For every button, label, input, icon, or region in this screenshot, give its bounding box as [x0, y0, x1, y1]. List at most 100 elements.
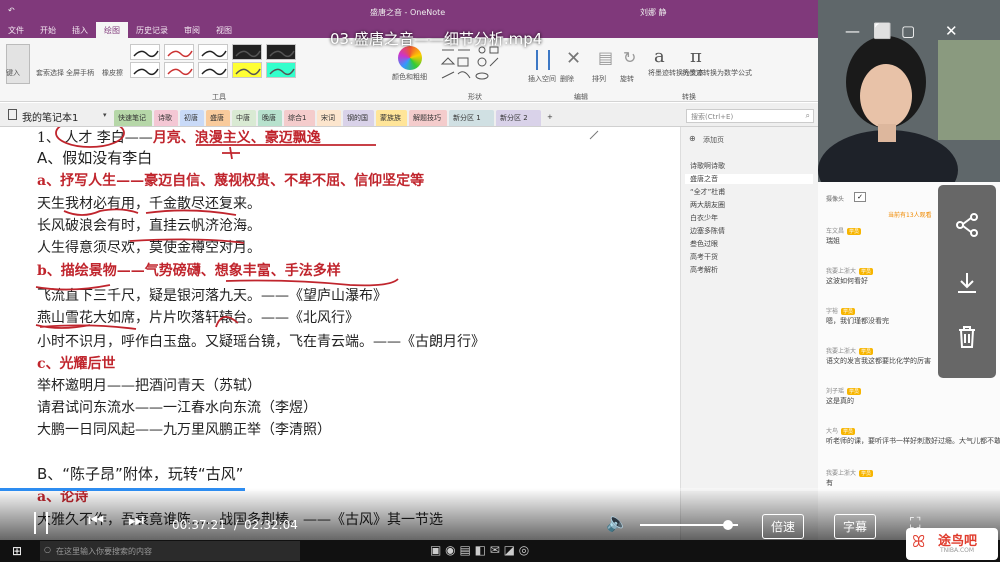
- section-tab[interactable]: 钢的国: [343, 110, 374, 126]
- ink-to-math-icon[interactable]: π: [690, 46, 702, 67]
- chat-user: 字裕 学员: [826, 306, 856, 315]
- chat-user-name: 我要上浙大: [826, 470, 857, 477]
- camera-checkbox[interactable]: ✓: [854, 192, 866, 202]
- search-input[interactable]: 搜索(Ctrl+E) ⌕: [686, 109, 814, 123]
- type-button[interactable]: [6, 44, 30, 84]
- restore-icon[interactable]: ⬜: [873, 22, 892, 40]
- section-tab[interactable]: 晚唐: [258, 110, 282, 126]
- pen-swatch[interactable]: [232, 62, 262, 78]
- chat-user: 我要上浙大 学员: [826, 266, 874, 275]
- chat-message: 语文的发言我这都要比化学的厉害: [826, 357, 931, 365]
- color-thickness-icon[interactable]: [398, 46, 422, 70]
- pen-swatch[interactable]: [130, 44, 160, 60]
- volume-knob[interactable]: [723, 520, 734, 530]
- rotate-icon[interactable]: ↻: [623, 48, 636, 67]
- pen-swatch[interactable]: [130, 62, 160, 78]
- arrange-icon[interactable]: ▤: [598, 48, 613, 67]
- menu-item[interactable]: 绘图: [96, 22, 128, 38]
- taskbar-search[interactable]: ○ 在这里输入你要搜索的内容: [40, 541, 300, 561]
- speed-button[interactable]: 倍速: [762, 514, 805, 539]
- chat-user-badge: 学员: [859, 268, 874, 275]
- pen-swatch[interactable]: [266, 44, 296, 60]
- undo-icon[interactable]: ↶: [8, 6, 15, 15]
- pen-swatch[interactable]: [198, 44, 228, 60]
- window-title: 盛唐之音 - OneNote: [370, 8, 446, 17]
- page-list-item[interactable]: 盛唐之音: [685, 174, 813, 184]
- delete-icon[interactable]: ✕: [566, 48, 581, 69]
- progress-fill: [0, 488, 245, 491]
- title-bar: ↶ 盛唐之音 - OneNote 刘娜 静: [0, 0, 818, 22]
- windows-icon[interactable]: ⊞: [12, 544, 22, 558]
- page-list-item[interactable]: 诗歌啊诗歌: [690, 161, 725, 171]
- section-tab[interactable]: 新分区 2: [496, 110, 541, 126]
- trash-icon[interactable]: [955, 325, 979, 349]
- ink-to-text-icon[interactable]: a: [654, 46, 665, 67]
- subtitle-button[interactable]: 字幕: [834, 514, 877, 539]
- chat-user-badge: 学员: [847, 228, 862, 235]
- pen-swatch[interactable]: [266, 62, 296, 78]
- chat-user-name: 刘子瑶: [826, 388, 845, 395]
- section-tab[interactable]: 初唐: [180, 110, 204, 126]
- chat-user-name: 我要上浙大: [826, 348, 857, 355]
- menu-item[interactable]: 文件: [0, 22, 32, 38]
- download-icon[interactable]: [955, 271, 979, 295]
- add-page-label[interactable]: 添加页: [703, 135, 724, 145]
- section-tab[interactable]: 盛唐: [206, 110, 230, 126]
- page-list-item[interactable]: 边塞多陈倩: [690, 226, 725, 236]
- pause-icon[interactable]: [34, 512, 48, 534]
- section-tab[interactable]: 蒙族族: [376, 110, 407, 126]
- page-list-item[interactable]: 叁色过眼: [690, 239, 718, 249]
- section-tab[interactable]: 综合1: [284, 110, 315, 126]
- time-total: 02:32:04: [244, 518, 298, 532]
- pen-swatch[interactable]: [164, 44, 194, 60]
- page-list-item[interactable]: 高考干货: [690, 252, 718, 262]
- ribbon-button-label: 橡皮擦: [102, 69, 123, 77]
- pen-swatch[interactable]: [232, 44, 262, 60]
- taskbar-apps-icon[interactable]: ▣ ◉ ▤ ◧ ✉ ◪ ◎: [430, 543, 529, 557]
- ribbon-button-label: 将墨迹转换为数学公式: [682, 69, 752, 77]
- page-list-item[interactable]: 白衣少年: [690, 213, 718, 223]
- volume-icon[interactable]: 🔈: [606, 512, 628, 533]
- chat-message: 这是真的: [826, 397, 854, 405]
- menu-item[interactable]: 审阅: [176, 22, 208, 38]
- menu-item[interactable]: 视图: [208, 22, 240, 38]
- section-tab[interactable]: 宋词: [317, 110, 341, 126]
- chat-user-badge: 学员: [847, 388, 862, 395]
- chat-user-name: 我要上浙大: [826, 268, 857, 275]
- note-page[interactable]: 1、 人才 李白——月亮、浪漫主义、豪迈飘逸 A、假如没有李白 a、抒写人生——豪迈…: [0, 127, 678, 540]
- share-icon[interactable]: [955, 213, 979, 237]
- minimize-icon[interactable]: —: [845, 22, 860, 40]
- section-tab[interactable]: 解题技巧: [409, 110, 447, 126]
- previous-icon[interactable]: ⏮: [88, 510, 104, 531]
- section-tab[interactable]: 中唐: [232, 110, 256, 126]
- chat-message: 嗯，我们瑾都没看完: [826, 317, 889, 325]
- page-list-item[interactable]: 高考解析: [690, 265, 718, 275]
- next-icon[interactable]: ⏭: [128, 510, 144, 531]
- chat-user: 车文昌 学员: [826, 226, 862, 235]
- pen-swatch[interactable]: [164, 62, 194, 78]
- search-icon[interactable]: ⌕: [806, 111, 810, 121]
- page-list-item[interactable]: “全才”杜甫: [690, 187, 725, 197]
- maximize-icon[interactable]: ▢: [901, 22, 915, 40]
- ribbon-group-label: 工具: [212, 93, 226, 101]
- insert-space-icon[interactable]: [536, 50, 550, 70]
- chat-user-name: 车文昌: [826, 228, 845, 235]
- ribbon-button-label: 键入: [6, 69, 20, 77]
- add-page-icon[interactable]: ⊕: [689, 134, 696, 143]
- notebook-name[interactable]: 我的笔记本1: [22, 109, 78, 124]
- ribbon-button-label: 排列: [592, 75, 606, 83]
- pen-swatch[interactable]: [198, 62, 228, 78]
- section-tab[interactable]: 新分区 1: [449, 110, 494, 126]
- menu-item[interactable]: 插入: [64, 22, 96, 38]
- shapes-gallery[interactable]: [440, 46, 504, 86]
- section-tab[interactable]: 诗歌: [154, 110, 178, 126]
- chevron-down-icon[interactable]: ▾: [103, 111, 107, 119]
- menu-item[interactable]: 开始: [32, 22, 64, 38]
- chat-user: 我要上浙大 学员: [826, 346, 874, 355]
- section-tab[interactable]: 快速笔记: [114, 110, 152, 126]
- menu-item[interactable]: 历史记录: [128, 22, 176, 38]
- page-list-item[interactable]: 两大朋友圈: [690, 200, 725, 210]
- section-tab[interactable]: +: [543, 110, 560, 126]
- close-icon[interactable]: ✕: [945, 22, 958, 40]
- chat-user-badge: 学员: [841, 428, 856, 435]
